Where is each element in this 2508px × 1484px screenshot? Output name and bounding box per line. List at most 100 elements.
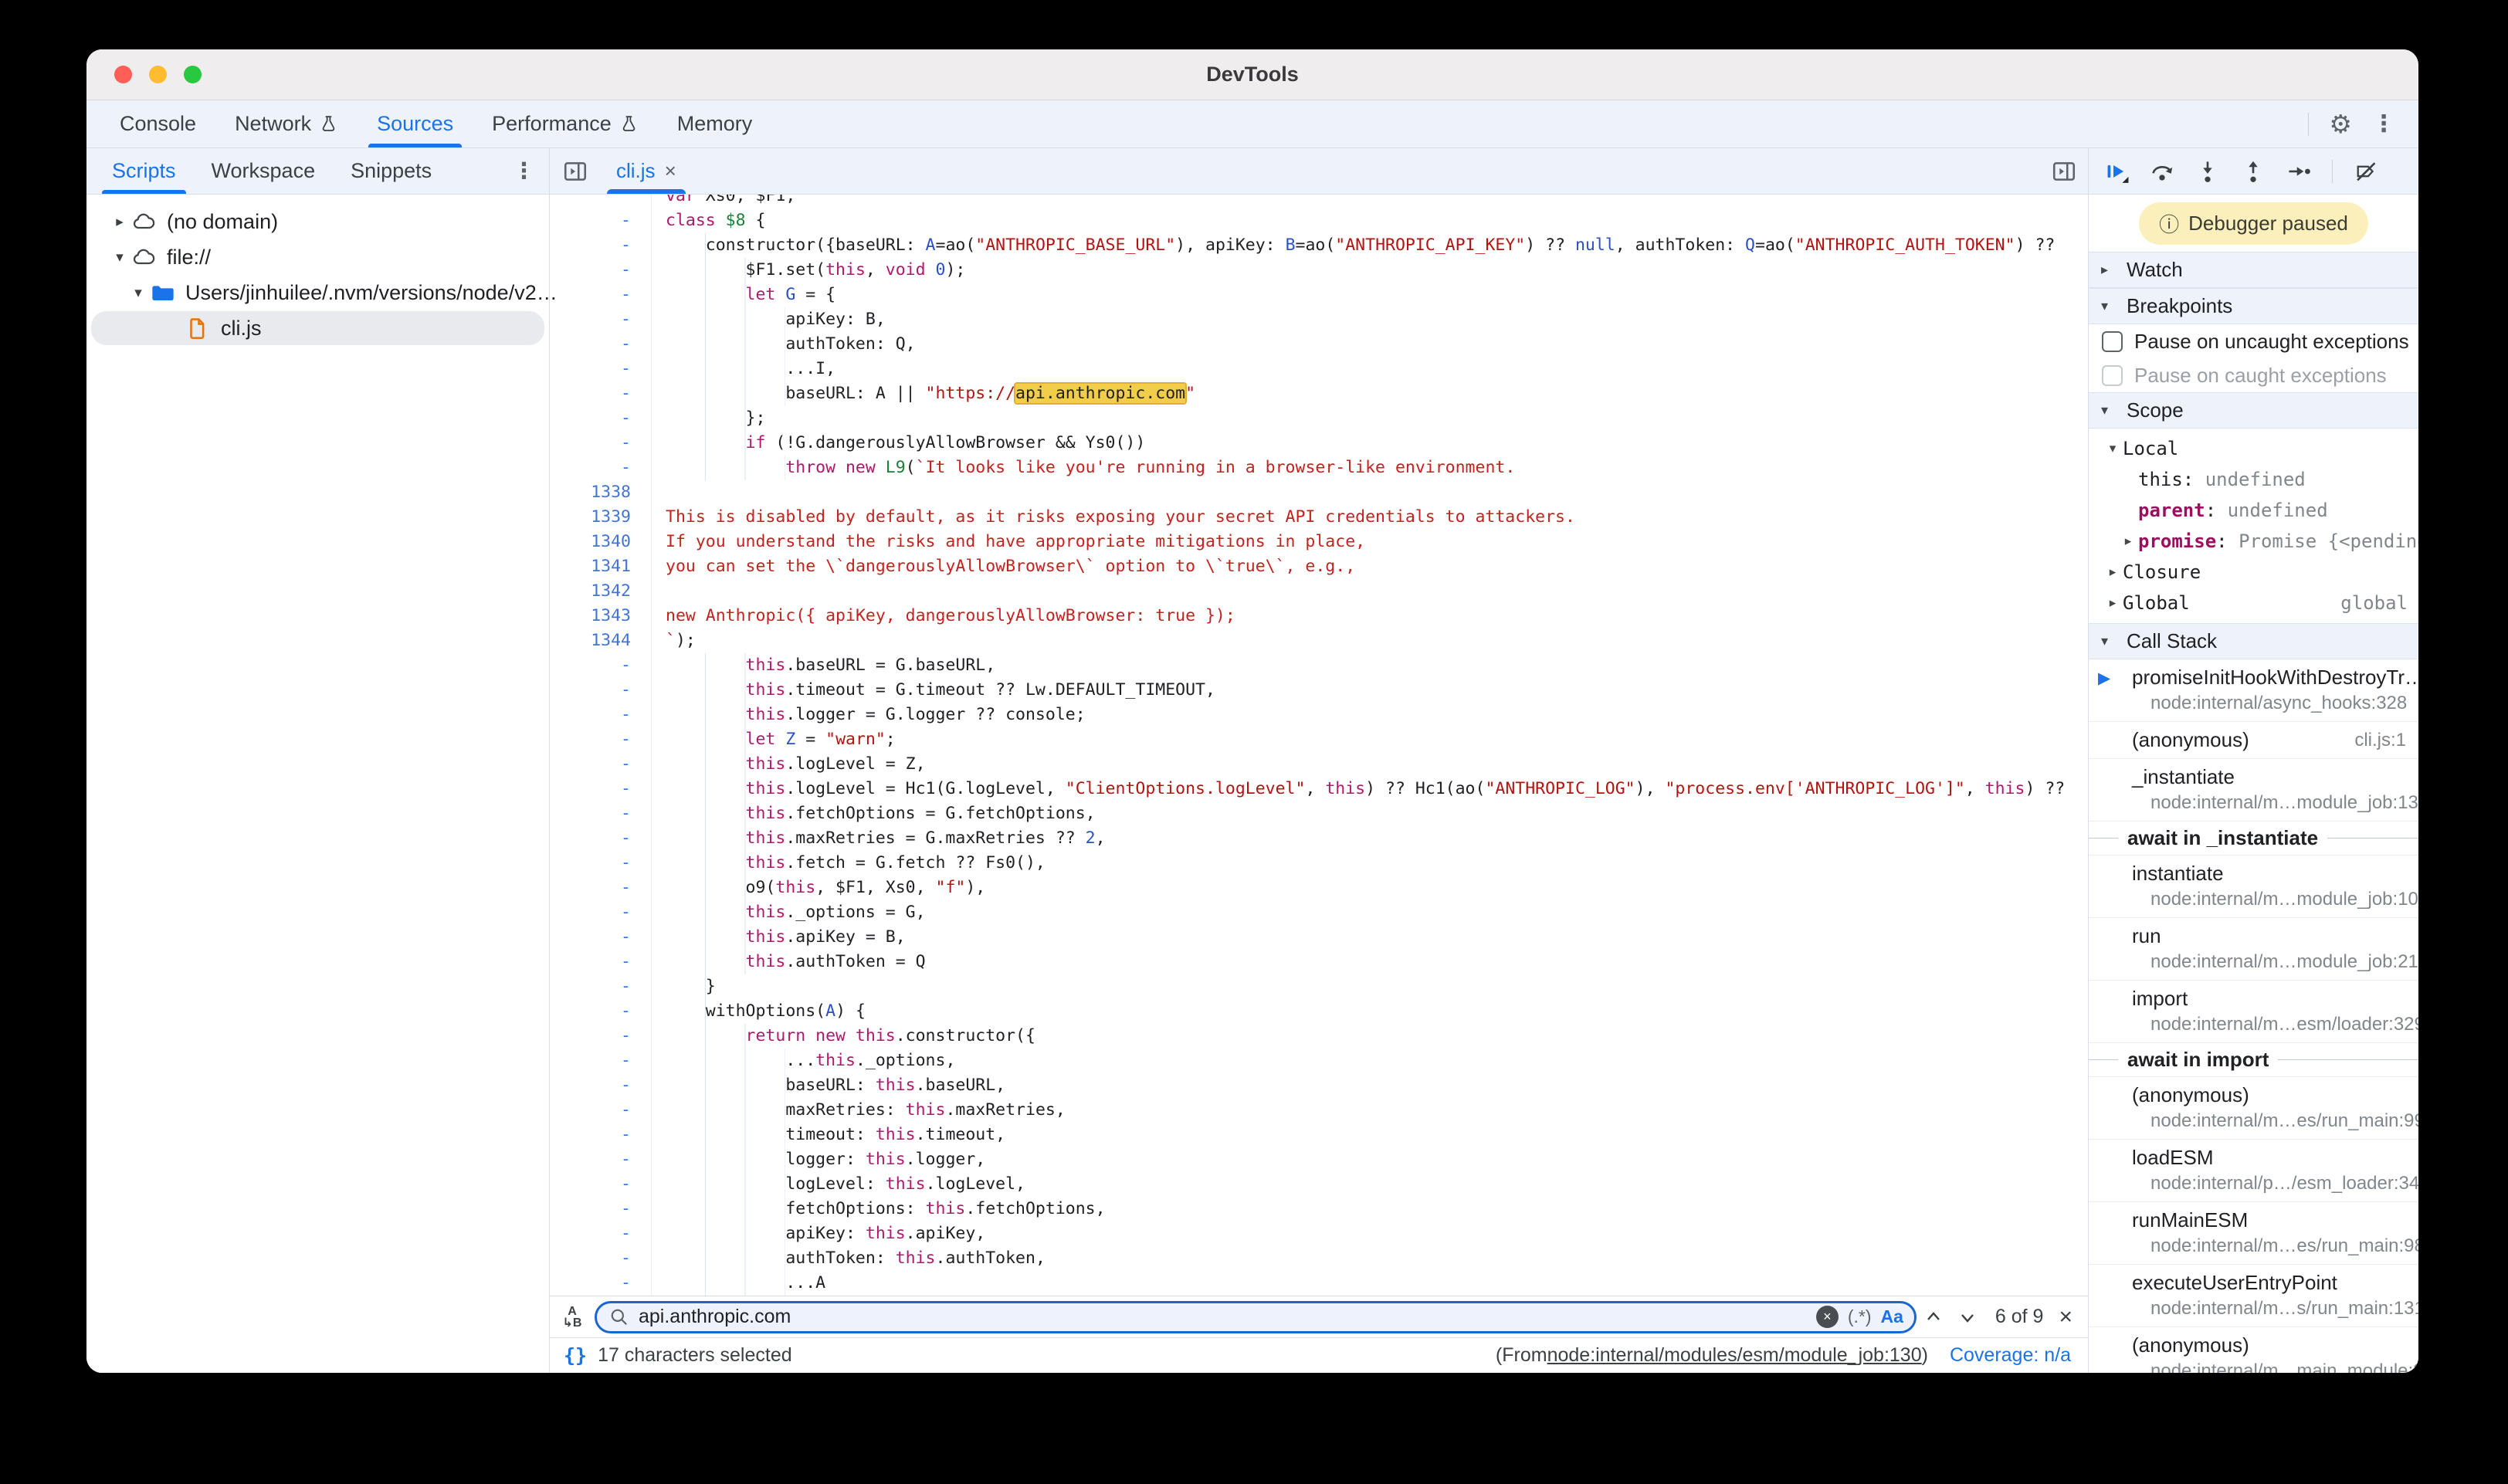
- code-line[interactable]: -}: [550, 974, 2088, 999]
- line-gutter[interactable]: -: [550, 208, 652, 233]
- code-line[interactable]: 1340If you understand the risks and have…: [550, 530, 2088, 554]
- line-gutter[interactable]: -: [550, 1197, 652, 1221]
- call-stack-frame-promiseinithookwithdestroytr[interactable]: promiseInitHookWithDestroyTr…node:intern…: [2089, 659, 2418, 722]
- code-line[interactable]: -this.fetch = G.fetch ?? Fs0(),: [550, 851, 2088, 876]
- call-stack-frame-loadesm[interactable]: loadESMnode:internal/p…/esm_loader:34: [2089, 1140, 2418, 1202]
- line-gutter[interactable]: -: [550, 826, 652, 851]
- line-gutter[interactable]: 1338: [550, 480, 652, 505]
- line-gutter[interactable]: -: [550, 1246, 652, 1271]
- line-gutter[interactable]: -: [550, 851, 652, 876]
- call-stack-frame-instantiate[interactable]: _instantiatenode:internal/m…module_job:1…: [2089, 759, 2418, 822]
- code-line[interactable]: -apiKey: this.apiKey,: [550, 1221, 2088, 1246]
- code-line[interactable]: -let G = {: [550, 283, 2088, 307]
- line-gutter[interactable]: -: [550, 999, 652, 1024]
- code-line[interactable]: -baseURL: A || "https://api.anthropic.co…: [550, 381, 2088, 406]
- code-line[interactable]: -this.maxRetries = G.maxRetries ?? 2,: [550, 826, 2088, 851]
- code-line[interactable]: -this.apiKey = B,: [550, 925, 2088, 950]
- code-line[interactable]: -};: [550, 406, 2088, 431]
- checkbox-unchecked[interactable]: [2102, 331, 2123, 352]
- line-gutter[interactable]: -: [550, 1221, 652, 1246]
- code-line[interactable]: -withOptions(A) {: [550, 999, 2088, 1024]
- code-line[interactable]: 1342: [550, 579, 2088, 604]
- code-line[interactable]: -...A: [550, 1271, 2088, 1296]
- chevron-right-icon[interactable]: ▸: [108, 213, 131, 231]
- line-gutter[interactable]: -: [550, 1024, 652, 1049]
- code-line[interactable]: -$F1.set(this, void 0);: [550, 258, 2088, 283]
- line-gutter[interactable]: -: [550, 1172, 652, 1197]
- code-line[interactable]: -...this._options,: [550, 1049, 2088, 1073]
- scope-variable-promise[interactable]: ▸promise: Promise {<pending>}: [2089, 526, 2418, 557]
- clear-search-icon[interactable]: ×: [1816, 1306, 1839, 1328]
- line-gutter[interactable]: 1339: [550, 505, 652, 530]
- line-gutter[interactable]: -: [550, 233, 652, 258]
- tree-item-users-jinhuilee-nvm-versions-node-v2[interactable]: ▾Users/jinhuilee/.nvm/versions/node/v2…: [86, 275, 549, 310]
- code-line[interactable]: 1344`);: [550, 628, 2088, 653]
- tree-item-cli-js[interactable]: cli.js: [86, 310, 549, 346]
- code-line[interactable]: var Xs0, $F1;: [550, 195, 2088, 208]
- toggle-navigator-icon[interactable]: [562, 158, 588, 185]
- code-line[interactable]: -class $8 {: [550, 208, 2088, 233]
- line-gutter[interactable]: -: [550, 950, 652, 974]
- tree-item-file[interactable]: ▾file://: [86, 239, 549, 275]
- scope-group-global[interactable]: ▸Globalglobal: [2089, 588, 2418, 618]
- code-line[interactable]: -logLevel: this.logLevel,: [550, 1172, 2088, 1197]
- code-line[interactable]: -this.logLevel = Hc1(G.logLevel, "Client…: [550, 777, 2088, 801]
- main-tab-memory[interactable]: Memory: [658, 100, 772, 147]
- line-gutter[interactable]: -: [550, 727, 652, 752]
- navigator-more-menu-icon[interactable]: ⋮: [513, 158, 535, 185]
- call-stack-frame-executeuserentrypoint[interactable]: executeUserEntryPointnode:internal/m…s/r…: [2089, 1265, 2418, 1327]
- code-line[interactable]: -fetchOptions: this.fetchOptions,: [550, 1197, 2088, 1221]
- code-line[interactable]: -this.authToken = Q: [550, 950, 2088, 974]
- editor-tab-clijs[interactable]: cli.js ×: [601, 148, 692, 194]
- section-scope[interactable]: ▾ Scope: [2089, 392, 2418, 429]
- code-line[interactable]: -throw new L9(`It looks like you're runn…: [550, 456, 2088, 480]
- line-gutter[interactable]: -: [550, 332, 652, 357]
- line-gutter[interactable]: -: [550, 777, 652, 801]
- minimize-window-button[interactable]: [149, 66, 167, 83]
- toggle-debugger-pane-icon[interactable]: [2051, 158, 2077, 185]
- code-line[interactable]: -this.baseURL = G.baseURL,: [550, 653, 2088, 678]
- line-gutter[interactable]: -: [550, 307, 652, 332]
- code-line[interactable]: -this.timeout = G.timeout ?? Lw.DEFAULT_…: [550, 678, 2088, 703]
- line-gutter[interactable]: -: [550, 801, 652, 826]
- line-gutter[interactable]: 1340: [550, 530, 652, 554]
- call-stack-frame-run[interactable]: runnode:internal/m…module_job:214: [2089, 918, 2418, 981]
- line-gutter[interactable]: -: [550, 1271, 652, 1296]
- line-gutter[interactable]: 1341: [550, 554, 652, 579]
- line-gutter[interactable]: -: [550, 357, 652, 381]
- line-gutter[interactable]: -: [550, 258, 652, 283]
- code-line[interactable]: 1338: [550, 480, 2088, 505]
- code-line[interactable]: -this.fetchOptions = G.fetchOptions,: [550, 801, 2088, 826]
- line-gutter[interactable]: -: [550, 381, 652, 406]
- pretty-print-icon[interactable]: {}: [564, 1344, 587, 1367]
- previous-match-icon[interactable]: [1924, 1308, 1943, 1326]
- code-line[interactable]: -if (!G.dangerouslyAllowBrowser && Ys0()…: [550, 431, 2088, 456]
- line-gutter[interactable]: 1344: [550, 628, 652, 653]
- code-line[interactable]: -this._options = G,: [550, 900, 2088, 925]
- section-watch[interactable]: ▸ Watch: [2089, 252, 2418, 288]
- call-stack-frame-anonymous[interactable]: (anonymous)node:internal/m…es/run_main:9…: [2089, 1077, 2418, 1140]
- main-tab-sources[interactable]: Sources: [358, 100, 473, 147]
- code-line[interactable]: -logger: this.logger,: [550, 1147, 2088, 1172]
- line-gutter[interactable]: -: [550, 1123, 652, 1147]
- tree-item-no-domain[interactable]: ▸(no domain): [86, 204, 549, 239]
- code-line[interactable]: -o9(this, $F1, Xs0, "f"),: [550, 876, 2088, 900]
- close-window-button[interactable]: [114, 66, 132, 83]
- line-gutter[interactable]: -: [550, 900, 652, 925]
- code-line[interactable]: -maxRetries: this.maxRetries,: [550, 1098, 2088, 1123]
- search-input[interactable]: [639, 1306, 1807, 1328]
- chevron-down-icon[interactable]: ▾: [127, 284, 150, 302]
- code-line[interactable]: -authToken: this.authToken,: [550, 1246, 2088, 1271]
- line-gutter[interactable]: -: [550, 1147, 652, 1172]
- line-gutter[interactable]: 1342: [550, 579, 652, 604]
- chevron-down-icon[interactable]: ▾: [108, 249, 131, 266]
- deactivate-breakpoints-button[interactable]: [2354, 159, 2378, 184]
- source-mapped-from-link[interactable]: node:internal/modules/esm/module_job:130: [1547, 1344, 1922, 1367]
- line-gutter[interactable]: -: [550, 974, 652, 999]
- line-gutter[interactable]: -: [550, 752, 652, 777]
- line-gutter[interactable]: -: [550, 283, 652, 307]
- close-tab-icon[interactable]: ×: [665, 159, 676, 183]
- code-line[interactable]: -this.logger = G.logger ?? console;: [550, 703, 2088, 727]
- code-line[interactable]: -apiKey: B,: [550, 307, 2088, 332]
- line-gutter[interactable]: -: [550, 1098, 652, 1123]
